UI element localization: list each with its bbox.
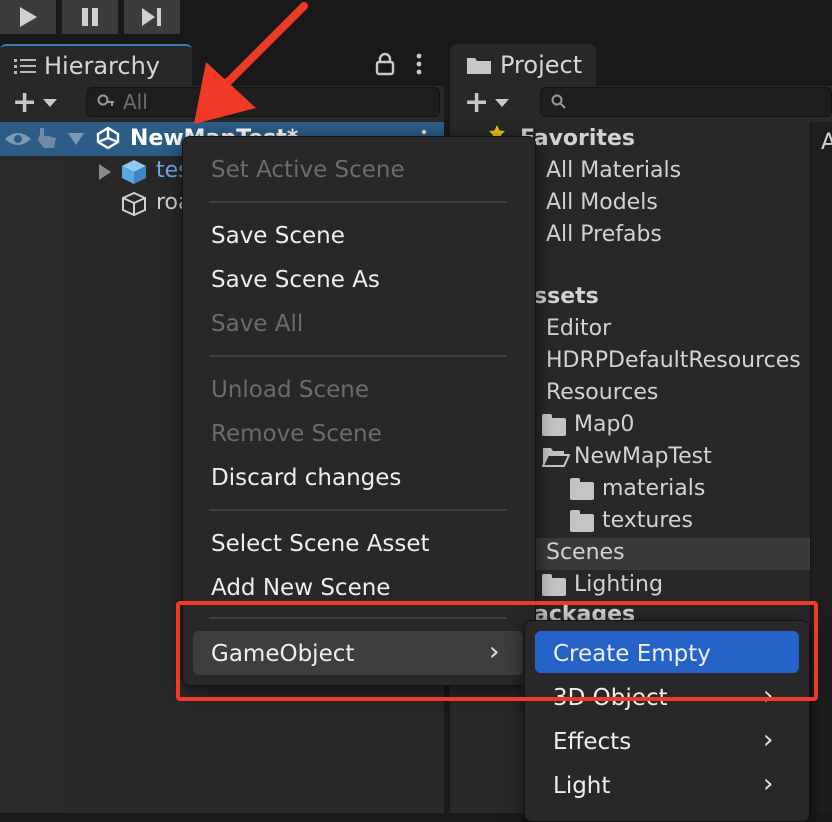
folder-icon-textures — [570, 510, 594, 532]
menu-separator — [209, 355, 507, 357]
pause-icon — [82, 8, 98, 26]
chevron-down-icon — [43, 99, 58, 107]
play-button[interactable] — [0, 0, 56, 34]
menu-item-save-scene[interactable]: Save Scene — [211, 223, 345, 249]
favorites-header[interactable]: Favorites — [520, 126, 635, 151]
tab-project[interactable]: Project — [450, 44, 596, 86]
prefab-cube-icon — [122, 160, 146, 184]
lock-icon[interactable] — [374, 52, 396, 76]
asset-folder-map0[interactable]: Map0 — [574, 412, 634, 437]
list-icon — [14, 59, 36, 74]
tab-project-label: Project — [500, 51, 583, 79]
favorite-item-all-prefabs[interactable]: All Prefabs — [546, 222, 662, 247]
favorite-item-all-models[interactable]: All Models — [546, 190, 658, 215]
chevron-right-icon: › — [763, 725, 774, 755]
annotation-highlight-box — [176, 601, 818, 701]
step-button[interactable] — [124, 0, 180, 34]
search-icon — [97, 94, 114, 106]
asset-folder-editor[interactable]: Editor — [546, 316, 611, 341]
folder-open-icon — [542, 448, 570, 467]
menu-item-save-all[interactable]: Save All — [211, 311, 303, 337]
menu-separator — [209, 201, 507, 203]
menu-separator — [209, 509, 507, 511]
menu-item-add-new-scene[interactable]: Add New Scene — [211, 575, 390, 601]
folder-icon-lighting — [542, 574, 566, 596]
pick-hand-icon[interactable] — [36, 126, 60, 150]
menu-item-select-scene-asset[interactable]: Select Scene Asset — [211, 531, 430, 557]
asset-folder-lighting[interactable]: Lighting — [574, 572, 663, 597]
asset-folder-newmaptest[interactable]: NewMapTest — [574, 444, 712, 469]
gameobject-cube-icon — [122, 191, 146, 217]
project-chevron-down-icon — [495, 99, 510, 107]
chevron-right-icon: › — [763, 769, 774, 799]
menu-item-set-active-scene[interactable]: Set Active Scene — [211, 157, 405, 183]
submenu-item-light[interactable]: Light — [553, 773, 610, 799]
project-right-letter: A — [821, 130, 832, 155]
step-icon — [142, 8, 161, 26]
hierarchy-add-button[interactable]: + — [12, 85, 58, 120]
asset-folder-textures[interactable]: textures — [602, 508, 693, 533]
project-right-pane: A — [810, 122, 832, 813]
assets-header[interactable]: ssets — [534, 284, 599, 309]
play-icon — [20, 7, 37, 27]
project-search-input[interactable] — [540, 87, 832, 117]
folder-icon-materials — [570, 478, 594, 500]
favorite-item-all-materials[interactable]: All Materials — [546, 158, 681, 183]
menu-item-unload-scene[interactable]: Unload Scene — [211, 377, 369, 403]
plus-icon: + — [12, 85, 38, 120]
asset-folder-hdrp[interactable]: HDRPDefaultResources — [546, 348, 801, 373]
asset-folder-resources[interactable]: Resources — [546, 380, 658, 405]
annotation-arrow-icon — [194, 2, 308, 124]
project-add-button[interactable]: + — [464, 85, 510, 120]
kebab-menu-icon[interactable] — [414, 52, 424, 76]
folder-icon-map0 — [542, 414, 566, 436]
eye-icon[interactable] — [4, 130, 32, 148]
unity-scene-icon — [96, 126, 120, 150]
project-search-icon — [551, 94, 566, 109]
project-plus-icon: + — [464, 85, 490, 120]
asset-folder-scenes[interactable]: Scenes — [546, 540, 625, 565]
tab-hierarchy[interactable]: Hierarchy — [0, 44, 192, 86]
folder-icon — [467, 58, 491, 74]
pause-button[interactable] — [62, 0, 118, 34]
menu-item-discard-changes[interactable]: Discard changes — [211, 465, 401, 491]
tab-hierarchy-label: Hierarchy — [44, 52, 161, 80]
submenu-item-effects[interactable]: Effects — [553, 729, 631, 755]
expand-right-icon[interactable] — [98, 164, 112, 180]
hierarchy-search-placeholder: All — [123, 90, 148, 114]
expand-down-icon[interactable] — [68, 132, 84, 146]
hierarchy-gutter — [0, 122, 64, 813]
menu-item-remove-scene[interactable]: Remove Scene — [211, 421, 382, 447]
menu-item-save-scene-as[interactable]: Save Scene As — [211, 267, 380, 293]
asset-folder-materials[interactable]: materials — [602, 476, 705, 501]
